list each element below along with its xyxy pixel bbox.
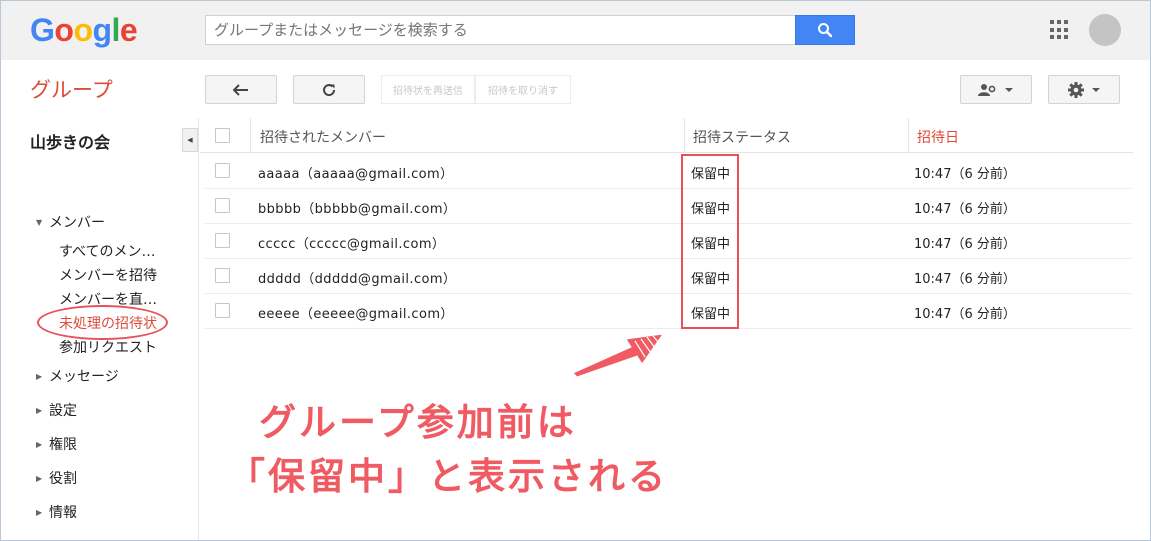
sidebar-item-messages[interactable]: ▶ メッセージ: [36, 366, 119, 386]
page-title[interactable]: グループ: [30, 74, 113, 104]
resend-invitation-button[interactable]: 招待状を再送信: [381, 75, 475, 104]
member-cell: bbbbb（bbbbb@gmail.com）: [258, 202, 457, 217]
apps-grid-icon[interactable]: [1050, 20, 1070, 40]
annotation-arrow-icon: [572, 333, 665, 377]
date-cell: 10:47（6 分前）: [914, 167, 1016, 182]
gear-icon: [1068, 81, 1084, 98]
sidebar-item-label: メッセージ: [49, 369, 119, 385]
row-checkbox[interactable]: [215, 198, 230, 213]
date-cell: 10:47（6 分前）: [914, 202, 1016, 217]
back-arrow-icon: [233, 83, 248, 96]
annotation-text-line1: グループ参加前は: [259, 401, 577, 444]
table-row[interactable]: bbbbb（bbbbb@gmail.com） 保留中 10:47（6 分前）: [205, 189, 1131, 224]
sidebar-subitem-all-members[interactable]: すべてのメン…: [59, 241, 155, 261]
date-cell: 10:47（6 分前）: [914, 307, 1016, 322]
sidebar-item-label: 権限: [49, 437, 77, 453]
collapsed-triangle-icon: ▶: [36, 473, 43, 483]
select-all-checkbox[interactable]: [215, 128, 230, 143]
expanded-triangle-icon: ▼: [36, 217, 43, 227]
member-cell: ccccc（ccccc@gmail.com）: [258, 237, 446, 252]
member-cell: eeeee（eeeee@gmail.com）: [258, 307, 454, 322]
sidebar-divider: [198, 118, 199, 541]
collapsed-triangle-icon: ▶: [36, 405, 43, 415]
collapse-icon[interactable]: ◀: [182, 128, 198, 152]
member-cell: aaaaa（aaaaa@gmail.com）: [258, 167, 454, 182]
search-button[interactable]: [795, 15, 855, 45]
column-header-invitation-status[interactable]: 招待ステータス: [693, 127, 791, 147]
collapsed-triangle-icon: ▶: [36, 507, 43, 517]
collapsed-triangle-icon: ▶: [36, 371, 43, 381]
row-checkbox[interactable]: [215, 303, 230, 318]
google-logo[interactable]: Google: [30, 12, 138, 49]
annotation-text-line2: 「保留中」と表示される: [228, 455, 668, 498]
table-row[interactable]: ddddd（ddddd@gmail.com） 保留中 10:47（6 分前）: [205, 259, 1131, 294]
sidebar-item-information[interactable]: ▶ 情報: [36, 502, 77, 522]
sidebar-item-label: メンバー: [49, 215, 105, 231]
sidebar-item-settings[interactable]: ▶ 設定: [36, 400, 77, 420]
sidebar-item-label: 設定: [49, 403, 77, 419]
top-bar: Google: [0, 0, 1151, 60]
pending-invitations-highlight: [37, 305, 168, 340]
column-header-invitation-date[interactable]: 招待日: [917, 127, 959, 147]
settings-button[interactable]: [1048, 75, 1120, 104]
sidebar-item-roles[interactable]: ▶ 役割: [36, 468, 77, 488]
table-header: 招待されたメンバー 招待ステータス 招待日: [200, 118, 1133, 153]
table-row[interactable]: aaaaa（aaaaa@gmail.com） 保留中 10:47（6 分前）: [205, 154, 1131, 189]
member-cell: ddddd（ddddd@gmail.com）: [258, 272, 457, 287]
collapsed-triangle-icon: ▶: [36, 439, 43, 449]
status-highlight-box: [681, 154, 739, 329]
search-box: [205, 15, 795, 45]
refresh-icon: [323, 83, 336, 96]
back-button[interactable]: [205, 75, 277, 104]
search-input[interactable]: [206, 16, 795, 44]
row-checkbox[interactable]: [215, 268, 230, 283]
row-checkbox[interactable]: [215, 163, 230, 178]
refresh-button[interactable]: [293, 75, 365, 104]
search-icon: [818, 23, 833, 38]
member-actions-button[interactable]: [960, 75, 1032, 104]
revoke-invitation-button[interactable]: 招待を取り消す: [475, 75, 571, 104]
row-checkbox[interactable]: [215, 233, 230, 248]
chevron-down-icon: [1092, 87, 1100, 92]
column-header-invited-member[interactable]: 招待されたメンバー: [260, 127, 386, 147]
sidebar-item-members[interactable]: ▼ メンバー: [36, 212, 105, 232]
sidebar-item-label: 情報: [49, 505, 77, 521]
table-row[interactable]: ccccc（ccccc@gmail.com） 保留中 10:47（6 分前）: [205, 224, 1131, 259]
chevron-down-icon: [1005, 87, 1013, 92]
add-member-icon: [978, 83, 996, 96]
group-name[interactable]: 山歩きの会: [30, 129, 110, 153]
table-row[interactable]: eeeee（eeeee@gmail.com） 保留中 10:47（6 分前）: [205, 294, 1131, 329]
date-cell: 10:47（6 分前）: [914, 272, 1016, 287]
sidebar-item-permissions[interactable]: ▶ 権限: [36, 434, 77, 454]
date-cell: 10:47（6 分前）: [914, 237, 1016, 252]
sidebar-subitem-join-requests[interactable]: 参加リクエスト: [59, 337, 157, 357]
sidebar-subitem-invite-members[interactable]: メンバーを招待: [59, 265, 157, 285]
sidebar-item-label: 役割: [49, 471, 77, 487]
avatar[interactable]: [1089, 14, 1121, 46]
